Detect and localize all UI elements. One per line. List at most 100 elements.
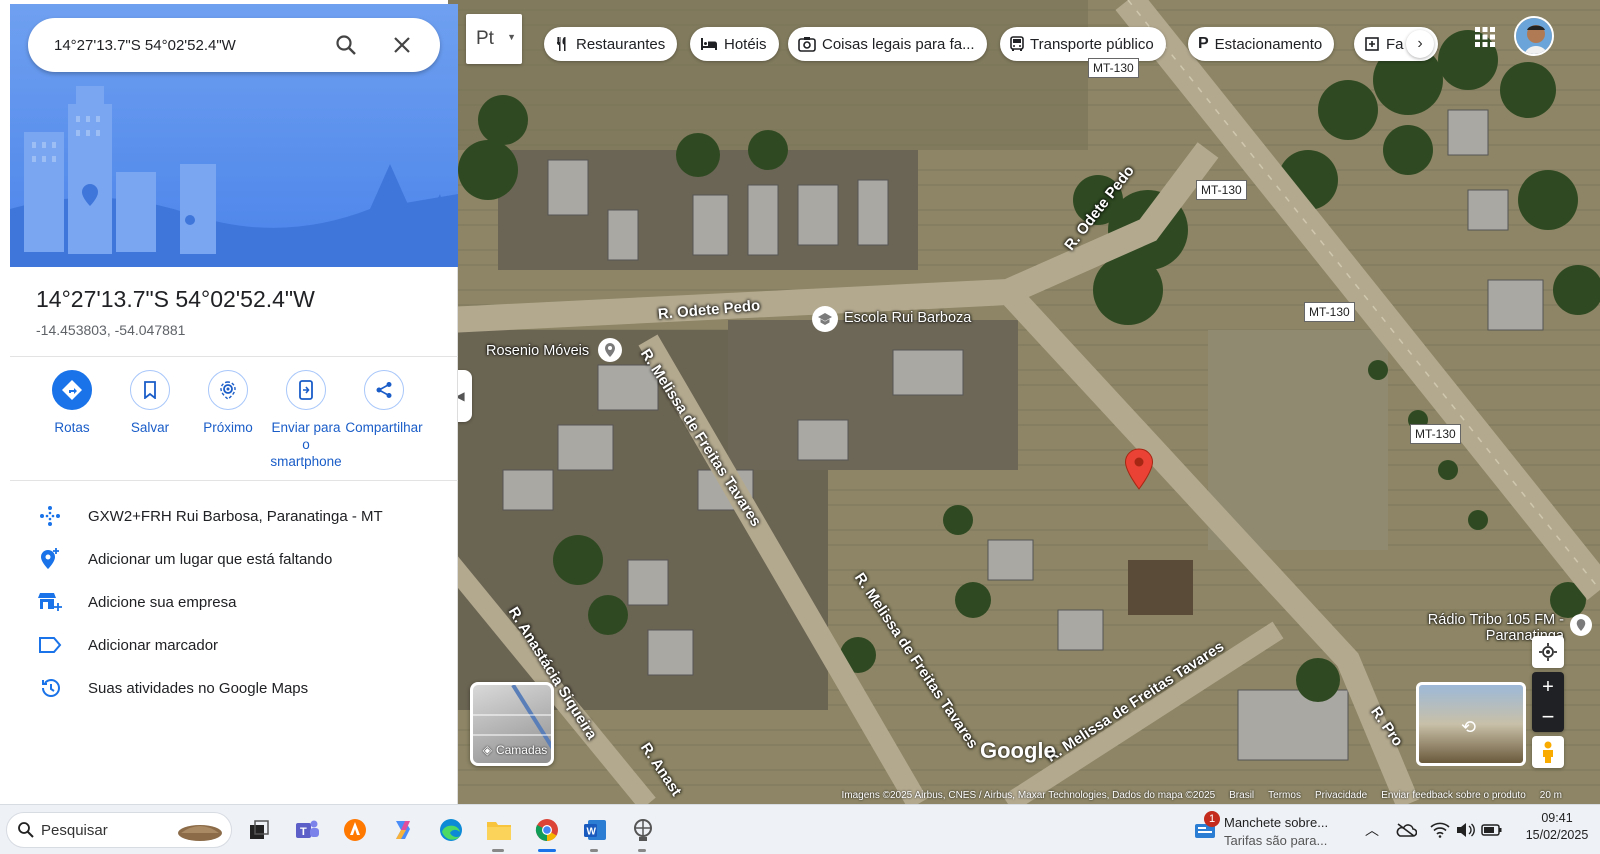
poi-label[interactable]: Rosenio Móveis — [486, 343, 589, 359]
country-link[interactable]: Brasil — [1229, 790, 1254, 801]
layers-icon: ◈ — [482, 743, 492, 757]
directions-button[interactable]: Rotas — [32, 370, 112, 436]
battery-icon[interactable] — [1480, 815, 1504, 845]
crosshair-icon — [1539, 643, 1557, 661]
terms-link[interactable]: Termos — [1268, 790, 1301, 801]
satellite-map[interactable]: Pt ▼ Restaurantes Hotéis Coisas legais p… — [448, 0, 1600, 804]
notification-badge: 1 — [1204, 811, 1220, 827]
chevron-up-icon[interactable]: ︿ — [1362, 815, 1382, 845]
chip-restaurants[interactable]: Restaurantes — [544, 27, 678, 61]
teams-icon[interactable]: T — [292, 815, 322, 845]
action-label: Próximo — [203, 420, 253, 435]
taskbar: Pesquisar T W 1 Manchete sobre... Tarifa… — [0, 804, 1600, 854]
add-missing-place-row[interactable]: Adicionar um lugar que está faltando — [36, 545, 446, 573]
layers-button[interactable]: ◈ Camadas — [470, 682, 554, 766]
wifi-icon[interactable] — [1428, 815, 1452, 845]
pegman-button[interactable] — [1532, 736, 1564, 768]
activity-row[interactable]: Suas atividades no Google Maps — [36, 674, 446, 702]
chip-label: Restaurantes — [576, 35, 666, 53]
street-view-preview[interactable]: ⟲ — [1416, 682, 1526, 766]
search-highlight-icon — [175, 819, 225, 847]
parking-icon: P — [1198, 35, 1209, 52]
chip-label: Estacionamento — [1214, 35, 1323, 53]
app-window: Pt ▼ Restaurantes Hotéis Coisas legais p… — [0, 0, 1600, 854]
send-to-phone-button[interactable]: Enviar para o smartphone — [266, 370, 346, 470]
task-view-icon[interactable] — [244, 815, 274, 845]
search-bar[interactable] — [28, 18, 440, 72]
google-logo: Google — [980, 738, 1056, 763]
news-title: Manchete sobre... — [1224, 815, 1329, 830]
row-label: Adicionar um lugar que está faltando — [88, 550, 333, 568]
onedrive-icon[interactable] — [1394, 815, 1418, 845]
row-label: Adicionar marcador — [88, 636, 219, 654]
school-icon[interactable] — [812, 306, 838, 332]
feedback-link[interactable]: Enviar feedback sobre o produto — [1381, 790, 1526, 801]
running-indicator — [638, 849, 646, 852]
pegman-icon — [1543, 741, 1553, 763]
chip-transit[interactable]: Transporte público — [1000, 27, 1166, 61]
svg-text:W: W — [587, 827, 597, 838]
page-title: 14°27'13.7"S 54°02'52.4"W — [36, 286, 315, 312]
road-shield: MT-130 — [1304, 302, 1355, 322]
edge-icon[interactable] — [436, 815, 466, 845]
divider — [10, 356, 458, 357]
action-label: Salvar — [130, 420, 170, 435]
file-explorer-icon[interactable] — [484, 815, 514, 845]
word-icon[interactable]: W — [580, 815, 610, 845]
chips-scroll-right-button[interactable]: › — [1406, 30, 1434, 58]
poi-label[interactable]: Escola Rui Barboza — [844, 310, 971, 326]
bus-icon — [1010, 36, 1024, 52]
zoom-out-button[interactable]: − — [1532, 702, 1564, 732]
restaurant-icon — [554, 36, 570, 52]
road-shield: MT-130 — [1196, 180, 1247, 200]
taskbar-search[interactable]: Pesquisar — [6, 812, 232, 848]
imagery-credit: Imagens ©2025 Airbus, CNES / Airbus, Max… — [841, 789, 1216, 801]
app-icon[interactable] — [628, 815, 658, 845]
chrome-icon[interactable] — [532, 815, 562, 845]
search-icon[interactable] — [332, 31, 360, 59]
running-indicator — [492, 849, 504, 852]
side-panel: 14°27'13.7"S 54°02'52.4"W -14.453803, -5… — [10, 4, 458, 804]
add-label-row[interactable]: Adicionar marcador — [36, 631, 446, 659]
rotate-360-icon: ⟲ — [1461, 717, 1477, 737]
zoom-controls: + − — [1532, 672, 1564, 732]
zoom-in-button[interactable]: + — [1532, 672, 1564, 702]
avast-icon[interactable] — [340, 815, 370, 845]
row-label: Adicione sua empresa — [88, 593, 237, 611]
clock[interactable]: 09:41 15/02/2025 — [1518, 811, 1596, 842]
road-shield: MT-130 — [1088, 58, 1139, 78]
copilot-icon[interactable] — [388, 815, 418, 845]
pharmacy-icon — [1364, 36, 1380, 52]
chip-parking[interactable]: P Estacionamento — [1188, 27, 1335, 61]
poi-marker-icon[interactable] — [598, 338, 622, 362]
plus-code-row[interactable]: GXW2+FRH Rui Barbosa, Paranatinga - MT — [36, 502, 446, 530]
map-language-button[interactable]: Pt ▼ — [466, 14, 522, 64]
bookmark-icon — [130, 370, 170, 410]
chevron-down-icon: ▼ — [507, 32, 516, 42]
close-icon[interactable] — [388, 31, 416, 59]
location-pin-icon[interactable] — [1124, 448, 1154, 495]
privacy-link[interactable]: Privacidade — [1315, 790, 1367, 801]
volume-icon[interactable] — [1454, 815, 1478, 845]
row-label: GXW2+FRH Rui Barbosa, Paranatinga - MT — [88, 507, 383, 525]
poi-marker-icon[interactable] — [1570, 614, 1592, 636]
add-business-row[interactable]: Adicione sua empresa — [36, 588, 446, 616]
chip-label: Coisas legais para fa... — [822, 35, 975, 53]
bed-icon — [700, 37, 718, 51]
my-location-button[interactable] — [1532, 636, 1564, 668]
decimal-coordinates: -14.453803, -54.047881 — [36, 322, 186, 338]
avatar[interactable] — [1514, 16, 1554, 56]
action-label: Compartilhar — [345, 420, 423, 435]
chip-label: Transporte público — [1030, 35, 1154, 53]
nearby-button[interactable]: Próximo — [188, 370, 268, 436]
news-widget[interactable]: 1 Manchete sobre... Tarifas são para... — [1192, 811, 1352, 851]
share-button[interactable]: Compartilhar — [344, 370, 424, 436]
chip-hotels[interactable]: Hotéis — [690, 27, 779, 61]
directions-icon — [52, 370, 92, 410]
layers-label: Camadas — [495, 743, 548, 757]
plus-code-icon — [36, 502, 64, 530]
chip-things-to-do[interactable]: Coisas legais para fa... — [788, 27, 987, 61]
search-input[interactable] — [54, 36, 324, 54]
save-button[interactable]: Salvar — [110, 370, 190, 436]
apps-grid-icon[interactable] — [1474, 26, 1498, 50]
